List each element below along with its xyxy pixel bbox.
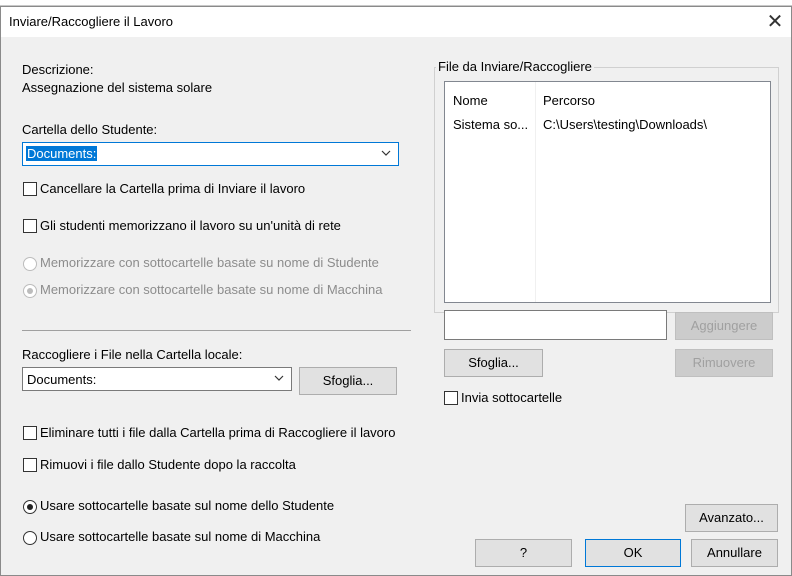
radio-machine-name-storage[interactable] [23, 284, 37, 298]
remove-from-student-label: Rimuovi i file dallo Studente dopo la ra… [40, 457, 296, 472]
radio-selected-dot [27, 288, 33, 294]
radio-student-subfolders-label: Usare sottocartelle basate sul nome dell… [40, 498, 335, 513]
chevron-down-icon [381, 150, 391, 156]
description-label: Descrizione: [22, 62, 94, 77]
dialog-title: Inviare/Raccogliere il Lavoro [9, 14, 174, 29]
clear-before-send-label: Cancellare la Cartella prima di Inviare … [40, 181, 306, 196]
list-item-path: C:\Users\testing\Downloads\ [543, 117, 708, 132]
file-path-input[interactable] [444, 310, 667, 340]
chevron-down-icon [274, 375, 284, 381]
radio-selected-dot [27, 504, 33, 510]
column-header-name[interactable]: Nome [453, 93, 488, 108]
cancel-button[interactable]: Annullare [691, 539, 778, 567]
column-header-path[interactable]: Percorso [543, 93, 595, 108]
local-folder-combo[interactable]: Documents: [22, 367, 292, 391]
delete-all-before-checkbox[interactable] [23, 426, 37, 440]
network-drive-checkbox[interactable] [23, 219, 37, 233]
remove-from-student-checkbox[interactable] [23, 458, 37, 472]
help-button[interactable]: ? [475, 539, 572, 567]
send-collect-work-dialog: Inviare/Raccogliere il Lavoro ✕ Descrizi… [0, 6, 792, 576]
advanced-button[interactable]: Avanzato... [685, 504, 778, 532]
radio-student-subfolders[interactable] [23, 500, 37, 514]
send-subfolders-checkbox[interactable] [444, 391, 458, 405]
radio-machine-subfolders[interactable] [23, 531, 37, 545]
list-item[interactable]: Sistema so... C:\Users\testing\Downloads… [445, 115, 770, 135]
send-subfolders-label: Invia sottocartelle [461, 390, 563, 405]
local-folder-value: Documents: [27, 372, 97, 387]
add-button[interactable]: Aggiungere [675, 312, 773, 340]
title-bar: Inviare/Raccogliere il Lavoro ✕ [1, 7, 791, 37]
remove-button[interactable]: Rimuovere [675, 349, 773, 377]
radio-student-name-storage-label: Memorizzare con sottocartelle basate su … [40, 255, 379, 270]
radio-machine-subfolders-label: Usare sottocartelle basate sul nome di M… [40, 529, 321, 544]
delete-all-before-label: Eliminare tutti i file dalla Cartella pr… [40, 425, 396, 440]
list-item-name: Sistema so... [453, 117, 529, 132]
local-folder-browse-button[interactable]: Sfoglia... [299, 367, 397, 395]
files-browse-button[interactable]: Sfoglia... [444, 349, 543, 377]
student-folder-value: Documents: [26, 146, 98, 161]
student-folder-label: Cartella dello Studente: [22, 122, 158, 137]
files-list[interactable]: Nome Percorso Sistema so... C:\Users\tes… [444, 81, 771, 303]
radio-student-name-storage[interactable] [23, 257, 37, 271]
description-value: Assegnazione del sistema solare [22, 80, 213, 95]
files-group-label: File da Inviare/Raccogliere [436, 59, 594, 74]
radio-machine-name-storage-label: Memorizzare con sottocartelle basate su … [40, 282, 383, 297]
student-folder-combo[interactable]: Documents: [22, 142, 399, 166]
close-icon[interactable]: ✕ [763, 9, 787, 33]
section-divider [22, 330, 411, 331]
local-folder-label: Raccogliere i File nella Cartella locale… [22, 347, 243, 362]
clear-before-send-checkbox[interactable] [23, 182, 37, 196]
network-drive-label: Gli studenti memorizzano il lavoro su un… [40, 218, 341, 233]
ok-button[interactable]: OK [585, 539, 681, 567]
